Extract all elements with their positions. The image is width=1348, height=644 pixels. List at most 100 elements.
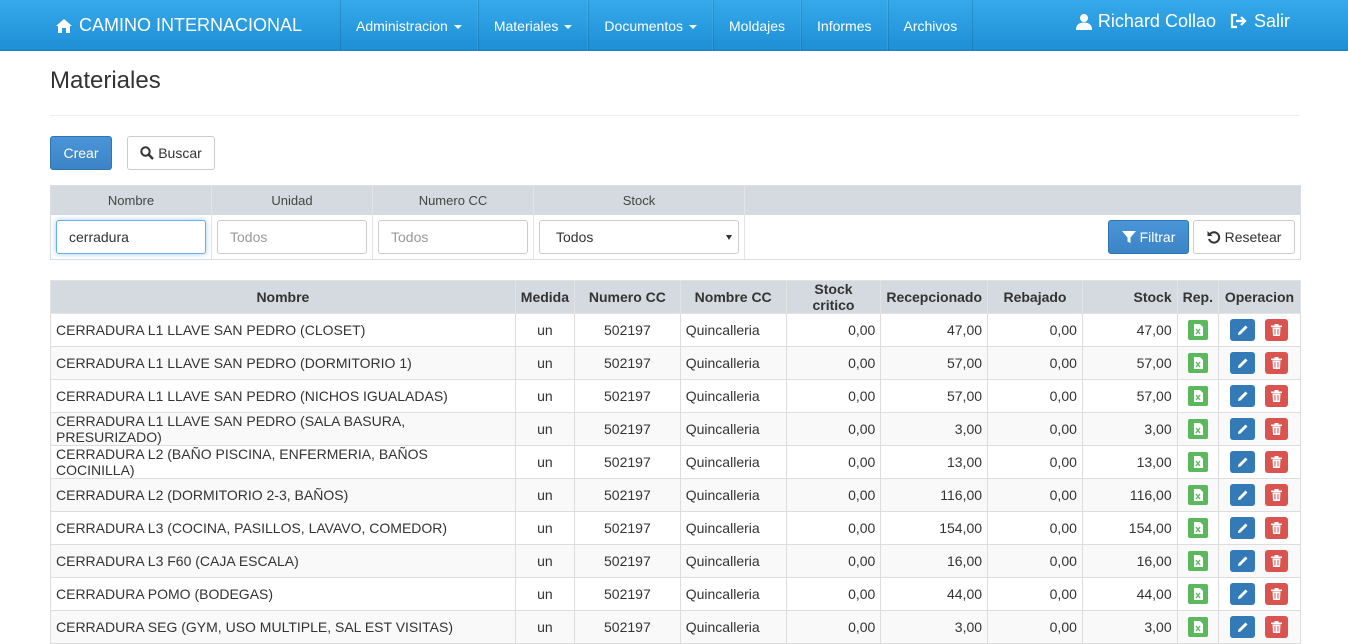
col-header-recepcionado[interactable]: Recepcionado <box>880 280 989 314</box>
cell-medida: un <box>514 511 576 545</box>
excel-file-icon[interactable] <box>1187 320 1208 340</box>
trash-icon[interactable] <box>1265 451 1289 473</box>
col-header-rebajado[interactable]: Rebajado <box>987 280 1083 314</box>
pencil-icon[interactable] <box>1230 550 1256 572</box>
brand-link[interactable]: CAMINO INTERNACIONAL <box>55 0 302 51</box>
cell-recepcionado: 47,00 <box>880 313 989 347</box>
cell-rebajado: 0,00 <box>987 379 1083 413</box>
nav-administracion[interactable]: Administracion <box>340 0 478 51</box>
nombre-filter-input[interactable]: cerradura <box>56 220 206 254</box>
stock-selected-value: Todos <box>556 229 594 245</box>
pencil-icon[interactable] <box>1230 484 1256 506</box>
trash-icon[interactable] <box>1265 583 1289 605</box>
user-name: Richard Collao <box>1097 10 1216 31</box>
cell-recepcionado: 116,00 <box>880 478 989 512</box>
excel-file-icon[interactable] <box>1187 584 1208 604</box>
cell-nombre-cc: Quincalleria <box>679 412 787 446</box>
cell-medida: un <box>514 544 576 578</box>
table-row: CERRADURA L2 (BAÑO PISCINA, ENFERMERIA, … <box>50 445 1302 479</box>
reset-label: Resetear <box>1224 229 1282 245</box>
create-button[interactable]: Crear <box>50 136 112 170</box>
filter-button[interactable]: Filtrar <box>1108 220 1189 254</box>
excel-file-icon[interactable] <box>1187 386 1208 406</box>
unidad-filter-input[interactable]: Todos <box>217 220 367 254</box>
trash-icon[interactable] <box>1265 517 1289 539</box>
nav-label: Administracion <box>356 17 448 34</box>
cell-nombre: CERRADURA SEG (GYM, USO MULTIPLE, SAL ES… <box>50 610 516 644</box>
nav-materiales[interactable]: Materiales <box>477 0 589 51</box>
cell-recepcionado: 16,00 <box>880 544 989 578</box>
col-header-medida[interactable]: Medida <box>514 280 576 314</box>
pencil-icon[interactable] <box>1230 451 1256 473</box>
cell-operacion <box>1217 544 1302 578</box>
cell-rep <box>1176 346 1219 380</box>
pencil-icon[interactable] <box>1230 418 1256 440</box>
search-button[interactable]: Buscar <box>127 136 215 170</box>
cell-medida: un <box>514 379 576 413</box>
cell-nombre-cc: Quincalleria <box>679 577 787 611</box>
cell-recepcionado: 57,00 <box>880 379 989 413</box>
excel-file-icon[interactable] <box>1187 485 1208 505</box>
filter-col-stock: Stock Todos <box>534 186 745 259</box>
cell-stock-critico: 0,00 <box>785 511 882 545</box>
col-header-stock-critico[interactable]: Stock critico <box>785 280 882 314</box>
cell-nombre-cc: Quincalleria <box>679 511 787 545</box>
excel-file-icon[interactable] <box>1187 452 1208 472</box>
excel-file-icon[interactable] <box>1187 419 1208 439</box>
numero-cc-filter-input[interactable]: Todos <box>378 220 528 254</box>
nav-moldajes[interactable]: Moldajes <box>713 0 802 51</box>
user-profile-link[interactable]: Richard Collao <box>1075 10 1216 32</box>
table-row: CERRADURA L1 LLAVE SAN PEDRO (CLOSET) un 5… <box>50 313 1302 347</box>
brand-name: CAMINO INTERNACIONAL <box>79 15 303 35</box>
cell-stock: 13,00 <box>1081 445 1178 479</box>
pencil-icon[interactable] <box>1230 319 1256 341</box>
cell-numero-cc: 502197 <box>574 412 681 446</box>
pencil-icon[interactable] <box>1230 616 1256 638</box>
col-header-nombre-cc[interactable]: Nombre CC <box>679 280 787 314</box>
cell-rebajado: 0,00 <box>987 412 1083 446</box>
caret-down-icon <box>689 24 698 29</box>
trash-icon[interactable] <box>1265 550 1289 572</box>
cell-numero-cc: 502197 <box>574 478 681 512</box>
cell-rebajado: 0,00 <box>987 577 1083 611</box>
cell-rep <box>1176 511 1219 545</box>
trash-icon[interactable] <box>1265 616 1289 638</box>
filter-col-nombre: Nombre cerradura <box>51 186 212 259</box>
cell-numero-cc: 502197 <box>574 544 681 578</box>
excel-file-icon[interactable] <box>1187 353 1208 373</box>
nav-informes[interactable]: Informes <box>801 0 888 51</box>
stock-filter-select[interactable]: Todos <box>539 220 739 254</box>
pencil-icon[interactable] <box>1230 385 1256 407</box>
col-header-stock[interactable]: Stock <box>1081 280 1178 314</box>
cell-rep <box>1176 445 1219 479</box>
cell-medida: un <box>514 478 576 512</box>
col-header-nombre[interactable]: Nombre <box>50 280 516 314</box>
main-nav: Administracion Materiales Documentos Mol… <box>340 0 974 51</box>
cell-recepcionado: 57,00 <box>880 346 989 380</box>
nav-documentos[interactable]: Documentos <box>588 0 714 51</box>
cell-nombre: CERRADURA L2 (BAÑO PISCINA, ENFERMERIA, … <box>50 445 516 479</box>
create-label: Crear <box>63 145 99 161</box>
logout-link[interactable]: Salir <box>1230 11 1290 32</box>
trash-icon[interactable] <box>1265 385 1289 407</box>
trash-icon[interactable] <box>1265 352 1289 374</box>
trash-icon[interactable] <box>1265 484 1289 506</box>
excel-file-icon[interactable] <box>1187 617 1208 637</box>
col-header-numero-cc[interactable]: Numero CC <box>574 280 681 314</box>
trash-icon[interactable] <box>1265 418 1289 440</box>
pencil-icon[interactable] <box>1230 352 1256 374</box>
pencil-icon[interactable] <box>1230 517 1256 539</box>
excel-file-icon[interactable] <box>1187 551 1208 571</box>
reset-button[interactable]: Resetear <box>1193 220 1295 254</box>
cell-stock: 57,00 <box>1081 379 1178 413</box>
materials-table: Nombre Medida Numero CC Nombre CC Stock … <box>50 280 1302 644</box>
cell-operacion <box>1217 610 1302 644</box>
pencil-icon[interactable] <box>1230 583 1256 605</box>
cell-rebajado: 0,00 <box>987 346 1083 380</box>
cell-nombre-cc: Quincalleria <box>679 445 787 479</box>
trash-icon[interactable] <box>1265 319 1289 341</box>
nav-archivos[interactable]: Archivos <box>887 0 974 51</box>
excel-file-icon[interactable] <box>1187 518 1208 538</box>
cell-numero-cc: 502197 <box>574 577 681 611</box>
cell-stock-critico: 0,00 <box>785 445 882 479</box>
